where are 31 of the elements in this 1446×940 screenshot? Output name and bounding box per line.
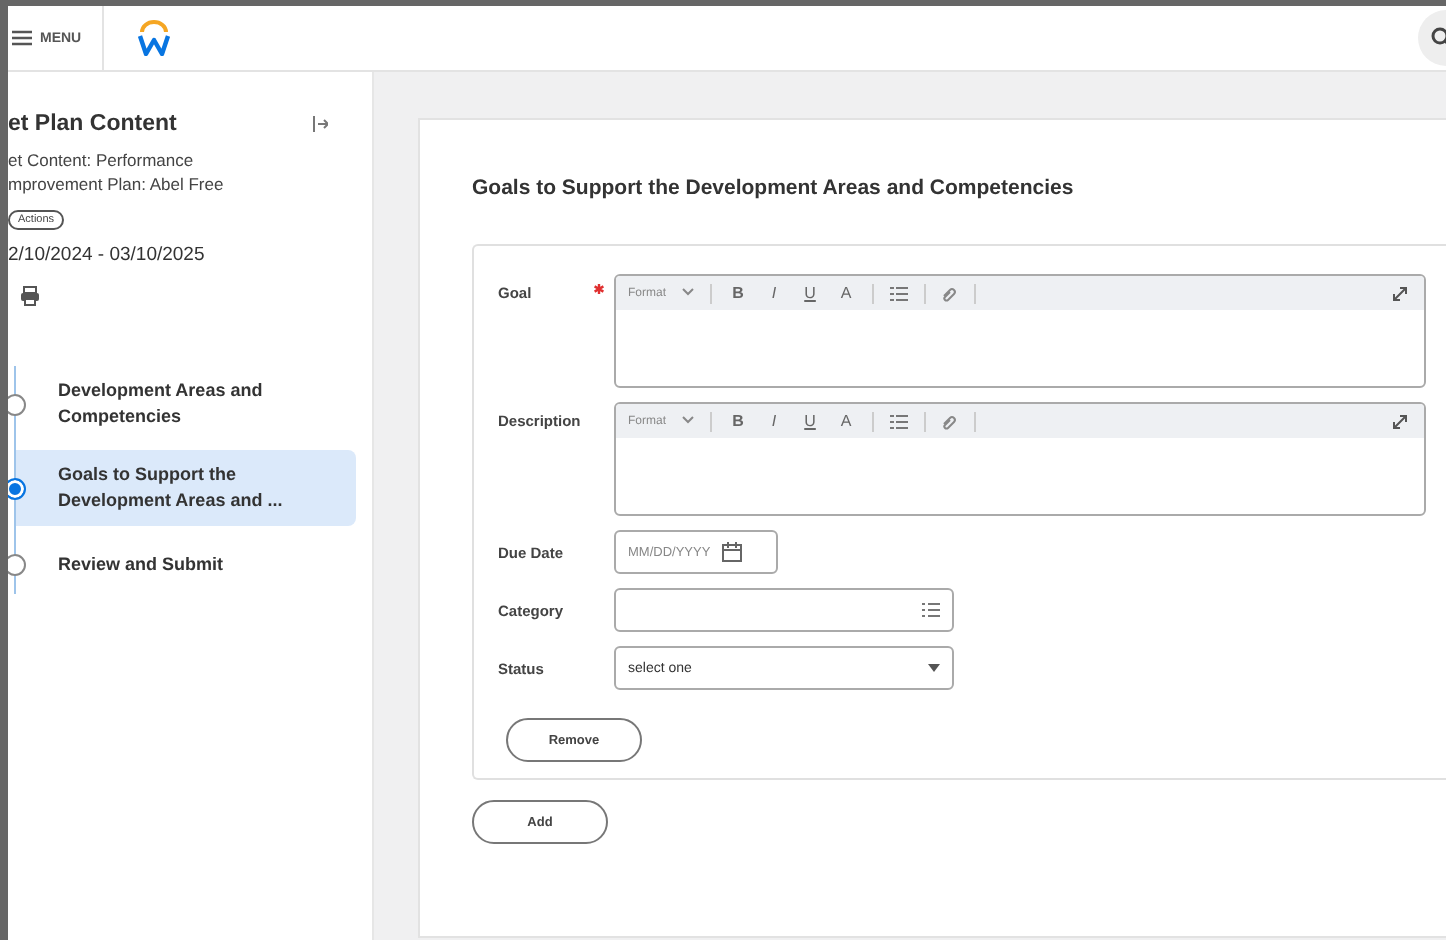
toolbar-button[interactable]: I	[764, 412, 785, 430]
bullet-list-icon[interactable]	[890, 285, 909, 301]
step-marker-icon	[8, 477, 26, 499]
toolbar-button[interactable]: A	[836, 284, 857, 302]
link-icon[interactable]	[942, 413, 959, 429]
toolbar-button[interactable]: U	[800, 284, 821, 302]
toolbar-button[interactable]: I	[764, 284, 785, 302]
caret-icon	[928, 664, 940, 672]
plan-subtitle: et Content: Performance mprovement Plan: Abel Free	[8, 148, 226, 196]
collapse-icon[interactable]	[312, 116, 328, 132]
chevron-down-icon	[682, 415, 695, 423]
toolbar-button[interactable]: A	[836, 412, 857, 430]
chevron-down-icon	[682, 287, 695, 295]
step-item[interactable]: Review and Submit	[16, 534, 356, 594]
expand-icon[interactable]	[1392, 413, 1408, 429]
menu-icon	[12, 30, 32, 46]
step-item[interactable]: Development Areas and Competencies	[16, 366, 356, 442]
list-icon	[922, 602, 940, 618]
category-field[interactable]	[614, 588, 954, 632]
toolbar-button[interactable]: B	[728, 284, 749, 302]
toolbar-button[interactable]: B	[728, 412, 749, 430]
logo-icon	[135, 20, 172, 56]
date-range: 2/10/2024 - 03/10/2025	[8, 244, 207, 266]
expand-icon[interactable]	[1392, 285, 1408, 301]
section-title: Goals to Support the Development Areas and Competencies	[472, 176, 1076, 200]
bullet-list-icon[interactable]	[890, 413, 909, 429]
sidebar-title: et Plan Content	[8, 112, 177, 136]
calendar-icon[interactable]	[722, 542, 743, 562]
link-icon[interactable]	[942, 285, 959, 301]
print-icon[interactable]	[20, 286, 40, 306]
toolbar-button[interactable]: U	[800, 412, 821, 430]
